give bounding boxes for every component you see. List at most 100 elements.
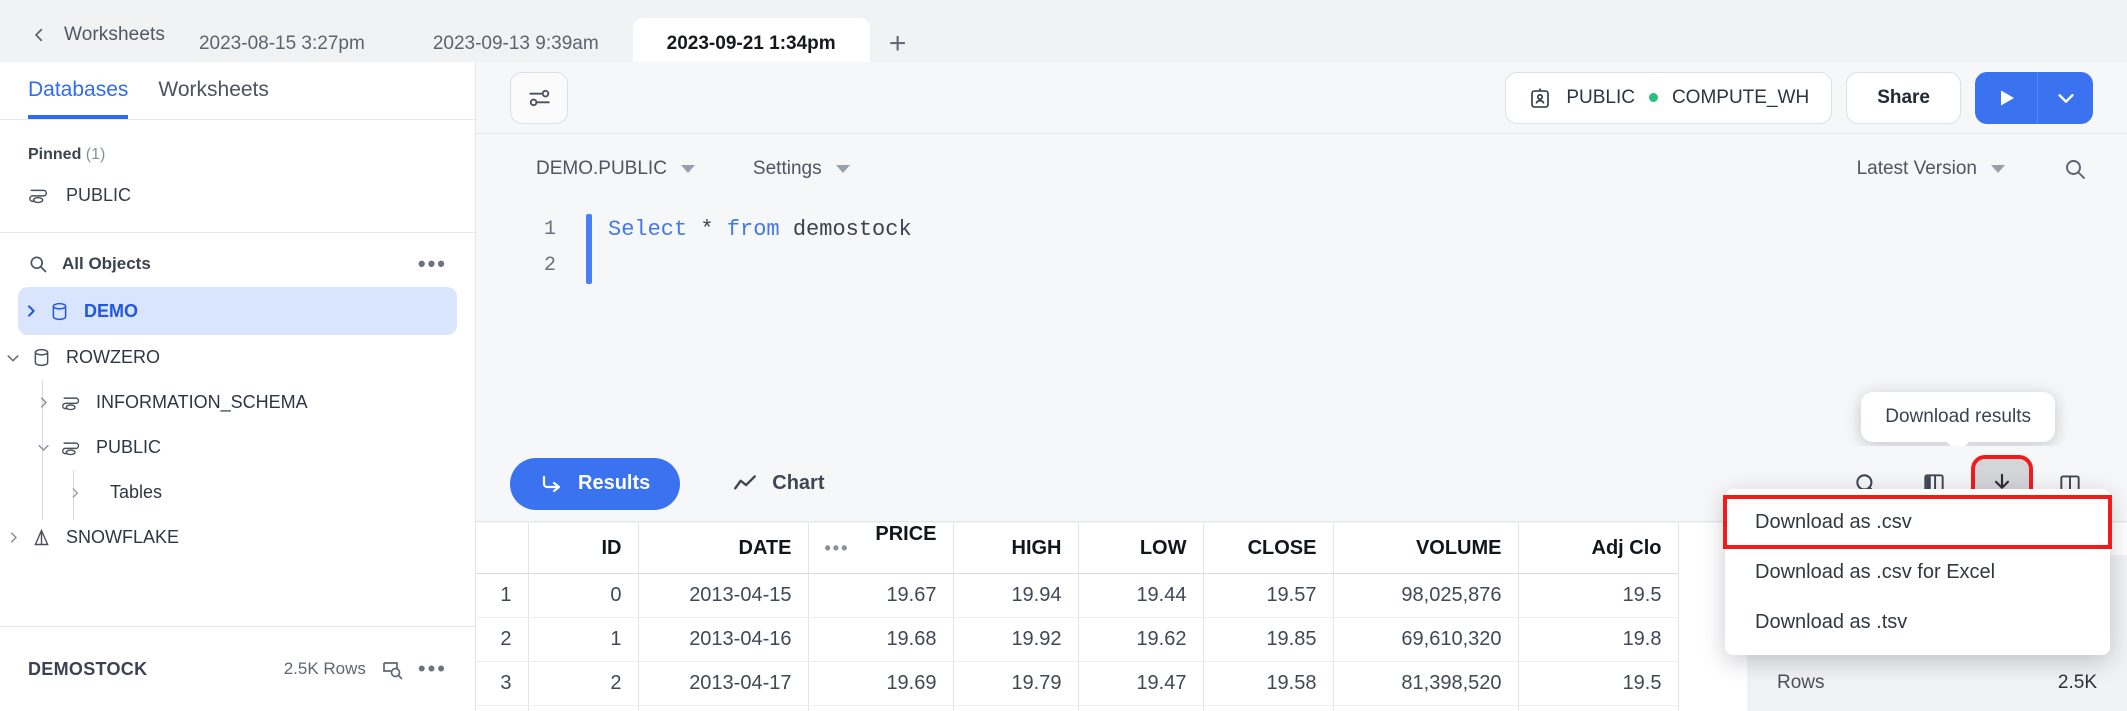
table-row[interactable]: 2 1 2013-04-16 19.68 19.92 19.62 19.85 6… [476, 618, 1678, 662]
all-objects-header: All Objects ••• [0, 233, 475, 287]
table-row[interactable]: 1 0 2013-04-15 19.67 19.94 19.44 19.57 9… [476, 574, 1678, 618]
download-as-csv-item[interactable]: Download as .csv [1725, 497, 2110, 547]
header-date[interactable]: DATE [638, 523, 808, 574]
tree-item-information-schema[interactable]: INFORMATION_SCHEMA [0, 380, 475, 425]
row-number: 3 [476, 662, 528, 706]
cell-volume[interactable]: 122,767,100 [1333, 706, 1518, 711]
tree-item-rowzero[interactable]: ROWZERO [0, 335, 475, 380]
cell-high[interactable]: 19.79 [953, 662, 1078, 706]
chevron-right-icon[interactable] [62, 486, 88, 500]
sidebar-tab-strip: Databases Worksheets [0, 62, 475, 120]
search-icon[interactable] [28, 254, 48, 274]
run-query-button[interactable] [1975, 72, 2037, 124]
chevron-down-icon [681, 165, 695, 173]
header-price[interactable]: •••PRICE [808, 523, 953, 574]
chevron-down-icon [836, 165, 850, 173]
search-icon [2063, 157, 2087, 181]
tab-results-label: Results [578, 472, 650, 495]
header-close[interactable]: CLOSE [1203, 523, 1333, 574]
cell-adj-close[interactable]: 19.5 [1518, 574, 1678, 618]
pinned-item-public[interactable]: PUBLIC [0, 174, 475, 216]
cell-price[interactable]: 19.69 [808, 662, 953, 706]
schema-icon [56, 437, 86, 458]
arrow-return-icon [540, 472, 564, 496]
row-number: 1 [476, 574, 528, 618]
tab-results[interactable]: Results [510, 458, 680, 510]
cell-id[interactable]: 0 [528, 574, 638, 618]
download-as-csv-excel-item[interactable]: Download as .csv for Excel [1725, 547, 2110, 597]
chevron-down-icon[interactable] [0, 350, 26, 366]
version-selector[interactable]: Latest Version [1857, 158, 2005, 180]
cell-low[interactable]: 19.62 [1078, 618, 1203, 662]
chevron-right-icon[interactable] [0, 530, 26, 545]
cell-id[interactable]: 2 [528, 662, 638, 706]
table-row[interactable]: 3 2 2013-04-17 19.69 19.79 19.47 19.58 8… [476, 662, 1678, 706]
download-as-tsv-item[interactable]: Download as .tsv [1725, 597, 2110, 647]
cell-date[interactable]: 2013-04-18 [638, 706, 808, 711]
table-preview-icon[interactable] [380, 657, 404, 681]
cell-close[interactable]: 19.85 [1203, 618, 1333, 662]
editor-search-button[interactable] [2063, 157, 2087, 181]
sliders-icon[interactable] [510, 72, 568, 124]
cell-adj-close[interactable]: 19.5 [1518, 662, 1678, 706]
cell-adj-close[interactable]: 19.8 [1518, 618, 1678, 662]
cell-id[interactable]: 3 [528, 706, 638, 711]
cell-price[interactable]: 19.67 [808, 574, 953, 618]
tab-chart[interactable]: Chart [710, 458, 846, 510]
cell-high[interactable]: 19.66 [953, 706, 1078, 711]
cell-price[interactable]: 19.68 [808, 618, 953, 662]
tree-item-demo[interactable]: DEMO [18, 287, 457, 335]
editor-header: DEMO.PUBLIC Settings Latest Version [476, 134, 2127, 204]
cell-date[interactable]: 2013-04-16 [638, 618, 808, 662]
tab-worksheets[interactable]: Worksheets [158, 78, 269, 119]
column-menu-icon[interactable]: ••• [825, 523, 850, 573]
cell-volume[interactable]: 98,025,876 [1333, 574, 1518, 618]
back-chevron-icon[interactable] [30, 26, 48, 44]
cell-low[interactable]: 19.05 [1078, 706, 1203, 711]
main-toolbar: PUBLIC COMPUTE_WH Share [476, 62, 2127, 134]
settings-selector[interactable]: Settings [753, 158, 850, 180]
header-low[interactable]: LOW [1078, 523, 1203, 574]
cell-close[interactable]: 19.58 [1203, 662, 1333, 706]
cell-close[interactable]: 19.17 [1203, 706, 1333, 711]
snowflake-icon [26, 527, 56, 548]
tree-item-snowflake[interactable]: SNOWFLAKE [0, 515, 475, 560]
header-high[interactable]: HIGH [953, 523, 1078, 574]
cell-low[interactable]: 19.44 [1078, 574, 1203, 618]
tree-item-label: PUBLIC [96, 437, 161, 458]
chevron-right-icon[interactable] [30, 395, 56, 410]
header-volume[interactable]: VOLUME [1333, 523, 1518, 574]
cell-date[interactable]: 2013-04-15 [638, 574, 808, 618]
cell-high[interactable]: 19.94 [953, 574, 1078, 618]
run-options-chevron-down-icon[interactable] [2037, 72, 2093, 124]
sidebar: Databases Worksheets Pinned (1) PUBLIC A… [0, 62, 476, 711]
cell-high[interactable]: 19.92 [953, 618, 1078, 662]
cell-price[interactable]: 19.65 [808, 706, 953, 711]
all-objects-more-icon[interactable]: ••• [418, 251, 447, 277]
schema-selector[interactable]: DEMO.PUBLIC [536, 158, 695, 180]
tree-item-label: SNOWFLAKE [66, 527, 179, 548]
editor-code-area[interactable]: Select * from demostock [586, 212, 912, 248]
cell-volume[interactable]: 81,398,520 [1333, 662, 1518, 706]
worksheets-breadcrumb[interactable]: Worksheets [64, 24, 165, 46]
footer-more-icon[interactable]: ••• [418, 656, 447, 682]
cell-id[interactable]: 1 [528, 618, 638, 662]
cell-volume[interactable]: 69,610,320 [1333, 618, 1518, 662]
stats-rows-value: 2.5K [2058, 672, 2097, 694]
sql-editor[interactable]: 1 2 Select * from demostock [476, 204, 2127, 324]
cell-close[interactable]: 19.57 [1203, 574, 1333, 618]
cell-adj-close[interactable]: 19.1 [1518, 706, 1678, 711]
tab-databases[interactable]: Databases [28, 78, 128, 119]
share-button[interactable]: Share [1846, 72, 1961, 124]
tree-item-tables[interactable]: Tables [0, 470, 475, 515]
table-row[interactable]: 4 3 2013-04-18 19.65 19.66 19.05 19.17 1… [476, 706, 1678, 711]
footer-row-count: 2.5K Rows [284, 659, 366, 679]
cell-low[interactable]: 19.47 [1078, 662, 1203, 706]
header-adj-close[interactable]: Adj Clo [1518, 523, 1678, 574]
tree-item-public[interactable]: PUBLIC [0, 425, 475, 470]
cell-date[interactable]: 2013-04-17 [638, 662, 808, 706]
context-selector[interactable]: PUBLIC COMPUTE_WH [1505, 72, 1832, 124]
chevron-down-icon[interactable] [30, 440, 56, 455]
chevron-right-icon[interactable] [18, 303, 44, 319]
header-id[interactable]: ID [528, 523, 638, 574]
